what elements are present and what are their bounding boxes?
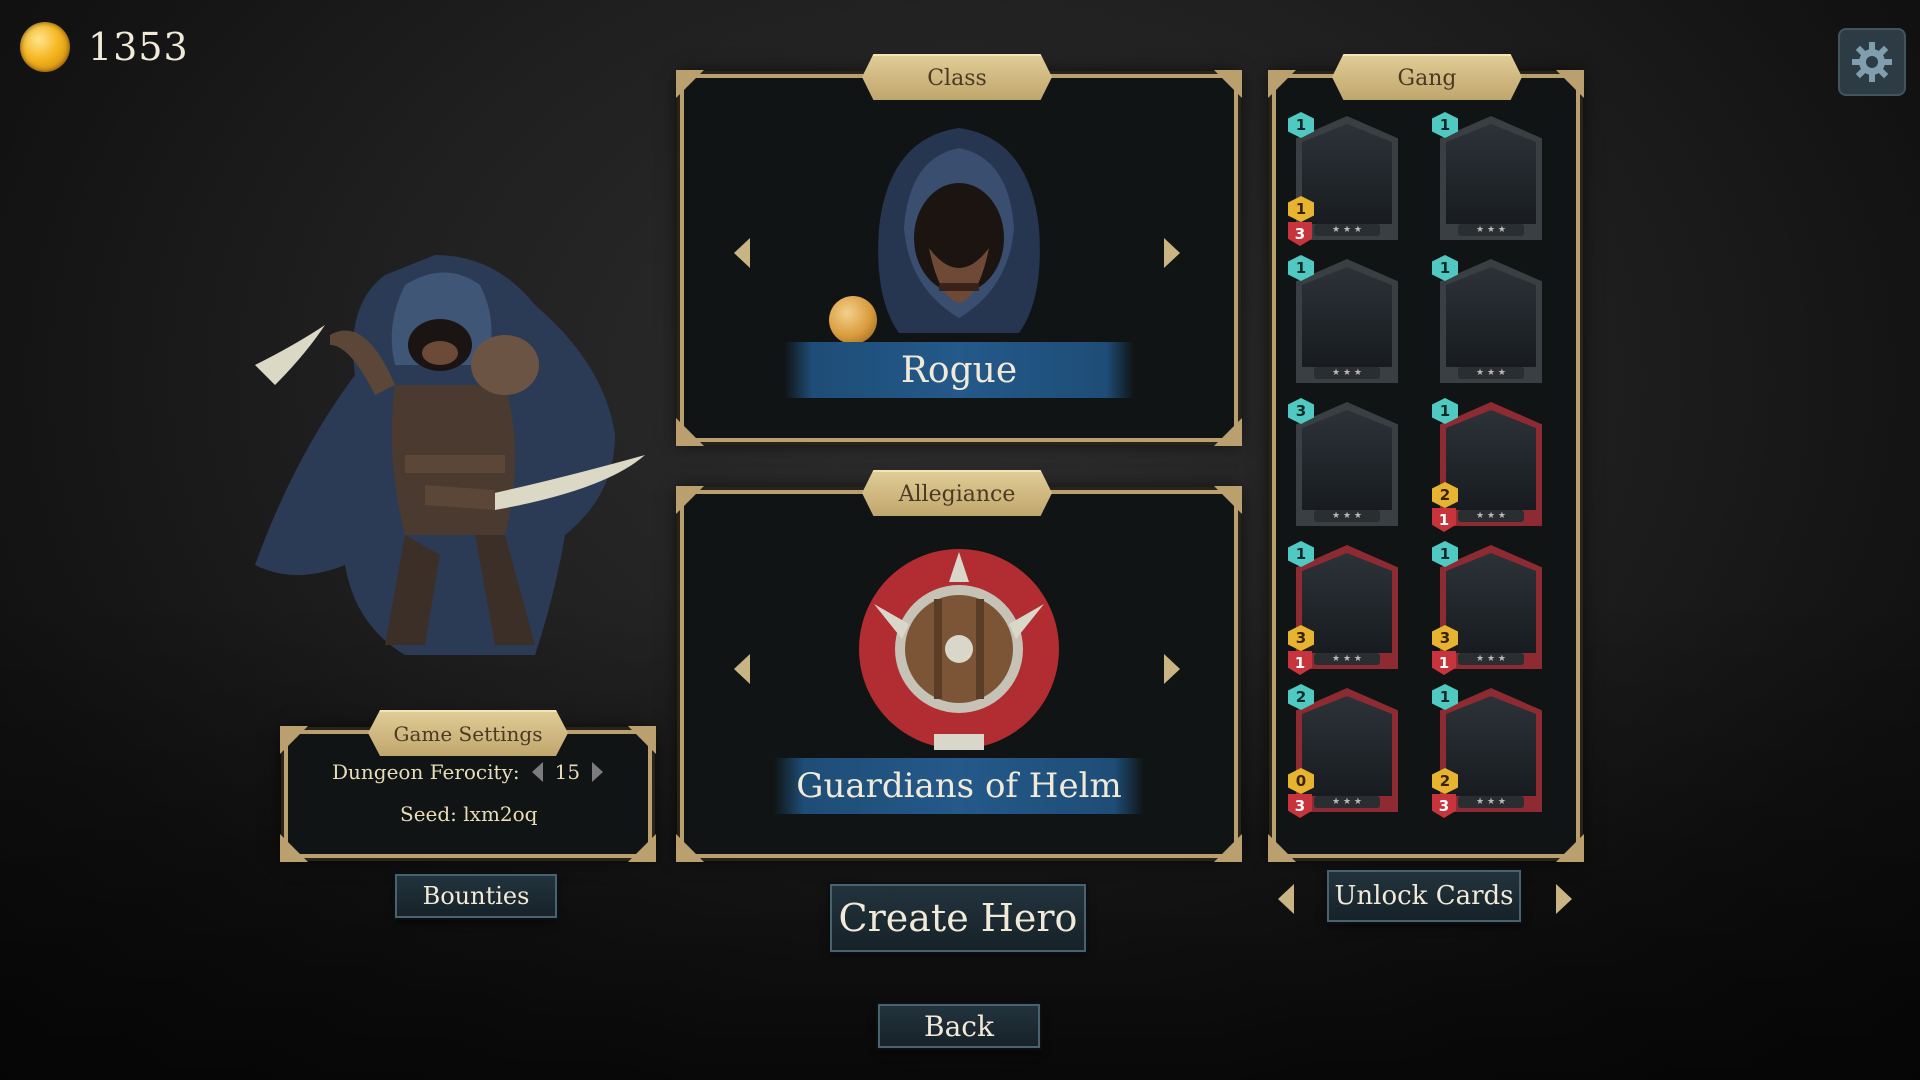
card-rarity-stars: ★ ★ ★	[1314, 653, 1380, 665]
settings-button[interactable]	[1838, 28, 1906, 96]
unlock-cards-button[interactable]: Unlock Cards	[1327, 870, 1521, 922]
class-panel: Class Rogue	[676, 54, 1242, 446]
armored-knight	[1446, 696, 1536, 796]
panel-corner	[1268, 70, 1296, 98]
ferocity-value: 15	[554, 760, 581, 784]
game-settings-panel: Game Settings Dungeon Ferocity: 15 Seed:…	[280, 710, 656, 862]
ferocity-row: Dungeon Ferocity: 15	[332, 760, 604, 784]
card-health-badge: 1	[1432, 651, 1456, 675]
gang-card[interactable]: ★ ★ ★ 1	[1432, 255, 1542, 389]
back-label: Back	[924, 1009, 994, 1043]
allegiance-name: Guardians of Helm	[796, 766, 1122, 806]
class-prev-button[interactable]	[734, 238, 750, 268]
card-rarity-stars: ★ ★ ★	[1458, 796, 1524, 808]
card-health-badge: 3	[1432, 794, 1456, 818]
ferocity-increase-button[interactable]	[592, 762, 604, 782]
rogue-portrait	[1302, 553, 1392, 653]
bounties-button[interactable]: Bounties	[395, 874, 557, 918]
unlock-cards-label: Unlock Cards	[1334, 881, 1514, 911]
gang-card[interactable]: ★ ★ ★ 1	[1288, 255, 1398, 389]
card-rarity-stars: ★ ★ ★	[1458, 224, 1524, 236]
woman-portrait	[1446, 410, 1536, 510]
seed-label: Seed: lxm2oq	[400, 802, 538, 826]
card-rarity-stars: ★ ★ ★	[1458, 653, 1524, 665]
banner-ship	[1302, 696, 1392, 796]
class-name-banner: Rogue	[784, 342, 1134, 398]
back-button[interactable]: Back	[878, 1004, 1040, 1048]
allegiance-emblem	[859, 549, 1059, 750]
card-rarity-stars: ★ ★ ★	[1314, 367, 1380, 379]
panel-corner	[280, 834, 308, 862]
allegiance-next-button[interactable]	[1164, 654, 1180, 684]
allegiance-panel: Allegiance Guardians of Helm	[676, 470, 1242, 862]
gang-card[interactable]: ★ ★ ★ 1 2 1	[1432, 398, 1542, 532]
gang-card[interactable]: ★ ★ ★ 1 1 3	[1288, 112, 1398, 246]
class-title-text: Class	[927, 65, 987, 91]
card-health-badge: 1	[1432, 508, 1456, 532]
panel-corner	[628, 834, 656, 862]
soldier-portrait	[1302, 124, 1392, 224]
unlock-cards-prev-button[interactable]	[1278, 884, 1294, 914]
game-settings-title: Game Settings	[368, 710, 568, 756]
allegiance-name-banner: Guardians of Helm	[774, 758, 1144, 814]
gear-icon	[1852, 42, 1892, 82]
card-health-badge: 3	[1288, 222, 1312, 246]
gang-title-text: Gang	[1397, 65, 1457, 91]
panel-corner	[1214, 834, 1242, 862]
class-next-button[interactable]	[1164, 238, 1180, 268]
panel-corner	[1268, 834, 1296, 862]
card-rarity-stars: ★ ★ ★	[1314, 510, 1380, 522]
class-token-icon	[829, 296, 877, 344]
gang-card[interactable]: ★ ★ ★ 2 0 3	[1288, 684, 1398, 818]
panel-corner	[1556, 834, 1584, 862]
gang-card[interactable]: ★ ★ ★ 3	[1288, 398, 1398, 532]
ferocity-label: Dungeon Ferocity:	[332, 760, 520, 784]
panel-corner	[676, 834, 704, 862]
crossed-daggers	[1446, 267, 1536, 367]
panel-corner	[676, 418, 704, 446]
allegiance-title: Allegiance	[862, 470, 1052, 516]
card-rarity-stars: ★ ★ ★	[1458, 367, 1524, 379]
game-settings-title-text: Game Settings	[393, 722, 543, 746]
gang-card[interactable]: ★ ★ ★ 1 3 1	[1432, 541, 1542, 675]
red-slash	[1302, 410, 1392, 510]
panel-corner	[628, 726, 656, 754]
bounties-label: Bounties	[422, 882, 530, 910]
create-hero-button[interactable]: Create Hero	[830, 884, 1086, 952]
panel-corner	[1214, 486, 1242, 514]
class-name: Rogue	[900, 349, 1018, 391]
hero-illustration	[235, 235, 675, 675]
card-rarity-stars: ★ ★ ★	[1314, 224, 1380, 236]
panel-corner	[1214, 418, 1242, 446]
allegiance-title-text: Allegiance	[898, 481, 1016, 507]
panel-corner	[1556, 70, 1584, 98]
rogue-portrait	[1446, 553, 1536, 653]
gang-card[interactable]: ★ ★ ★ 1 2 3	[1432, 684, 1542, 818]
create-hero-label: Create Hero	[838, 896, 1078, 940]
gang-card[interactable]: ★ ★ ★ 1 3 1	[1288, 541, 1398, 675]
panel-corner	[676, 486, 704, 514]
class-portrait	[878, 128, 1040, 333]
card-health-badge: 3	[1288, 794, 1312, 818]
gang-title: Gang	[1332, 54, 1522, 100]
currency-display: 1353	[20, 22, 189, 72]
ferocity-decrease-button[interactable]	[531, 762, 543, 782]
coin-count: 1353	[88, 25, 189, 69]
eye-sigil	[1302, 267, 1392, 367]
axe-slash	[1446, 124, 1536, 224]
panel-corner	[280, 726, 308, 754]
card-rarity-stars: ★ ★ ★	[1314, 796, 1380, 808]
allegiance-prev-button[interactable]	[734, 654, 750, 684]
panel-corner	[676, 70, 704, 98]
card-health-badge: 1	[1288, 651, 1312, 675]
panel-corner	[1214, 70, 1242, 98]
coin-icon	[20, 22, 70, 72]
card-rarity-stars: ★ ★ ★	[1458, 510, 1524, 522]
class-title: Class	[862, 54, 1052, 100]
gang-card[interactable]: ★ ★ ★ 1	[1432, 112, 1542, 246]
unlock-cards-next-button[interactable]	[1556, 884, 1572, 914]
